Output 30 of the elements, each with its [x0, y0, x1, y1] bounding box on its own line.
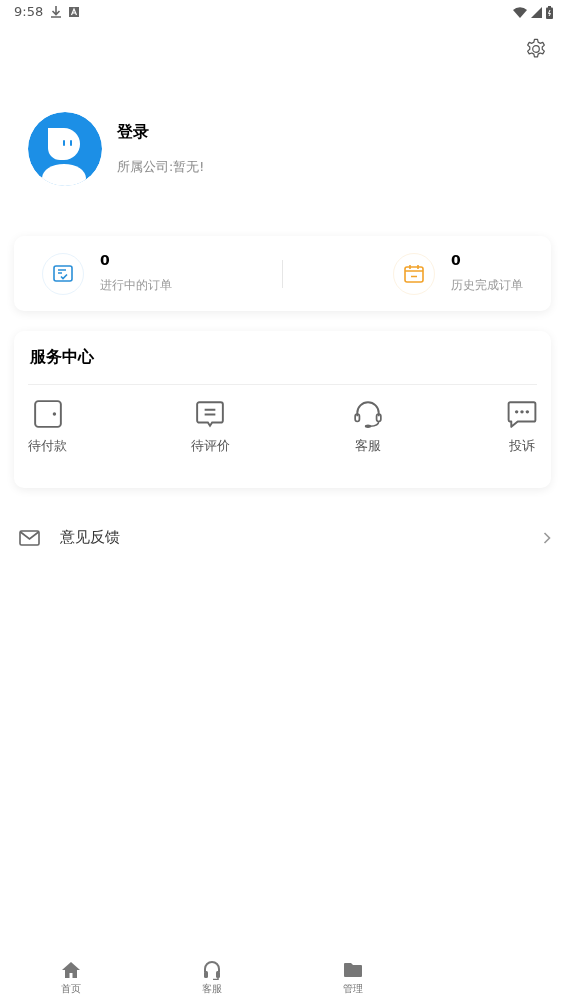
mail-icon: [19, 530, 40, 546]
service-label[interactable]: 待评价: [190, 437, 230, 456]
folder-icon: [343, 960, 364, 980]
signal-icon: [531, 6, 542, 18]
wifi-icon: [513, 6, 527, 18]
section-title: 服务中心: [29, 346, 95, 368]
service-label[interactable]: 客服: [355, 437, 382, 456]
service-label[interactable]: 待付款: [28, 437, 67, 456]
notification-icon: [69, 7, 80, 17]
headset-icon: [201, 960, 222, 980]
home-icon: [60, 960, 81, 980]
login-title[interactable]: 登录: [117, 120, 205, 144]
nav-tab[interactable]: 管理: [282, 960, 424, 1004]
chevron-right-icon[interactable]: [543, 532, 551, 544]
download-icon: [51, 6, 62, 18]
chat-icon[interactable]: [506, 399, 537, 429]
feedback-link[interactable]: 意见反馈: [60, 527, 543, 549]
order-count: 0: [100, 252, 111, 267]
settings-icon[interactable]: [525, 38, 547, 60]
message-icon[interactable]: [195, 399, 226, 429]
battery-icon: [546, 5, 553, 19]
nav-tab[interactable]: 首页: [0, 960, 142, 1004]
order-count: 0: [451, 252, 462, 267]
company-text: 所属公司:暂无!: [117, 158, 205, 176]
avatar-icon[interactable]: [28, 112, 102, 186]
headset-icon[interactable]: [353, 399, 384, 429]
nav-tab[interactable]: 客服: [141, 960, 283, 1004]
status-time: 9:58: [14, 3, 44, 22]
wallet-icon[interactable]: [32, 399, 63, 429]
service-label[interactable]: 投诉: [508, 437, 535, 456]
